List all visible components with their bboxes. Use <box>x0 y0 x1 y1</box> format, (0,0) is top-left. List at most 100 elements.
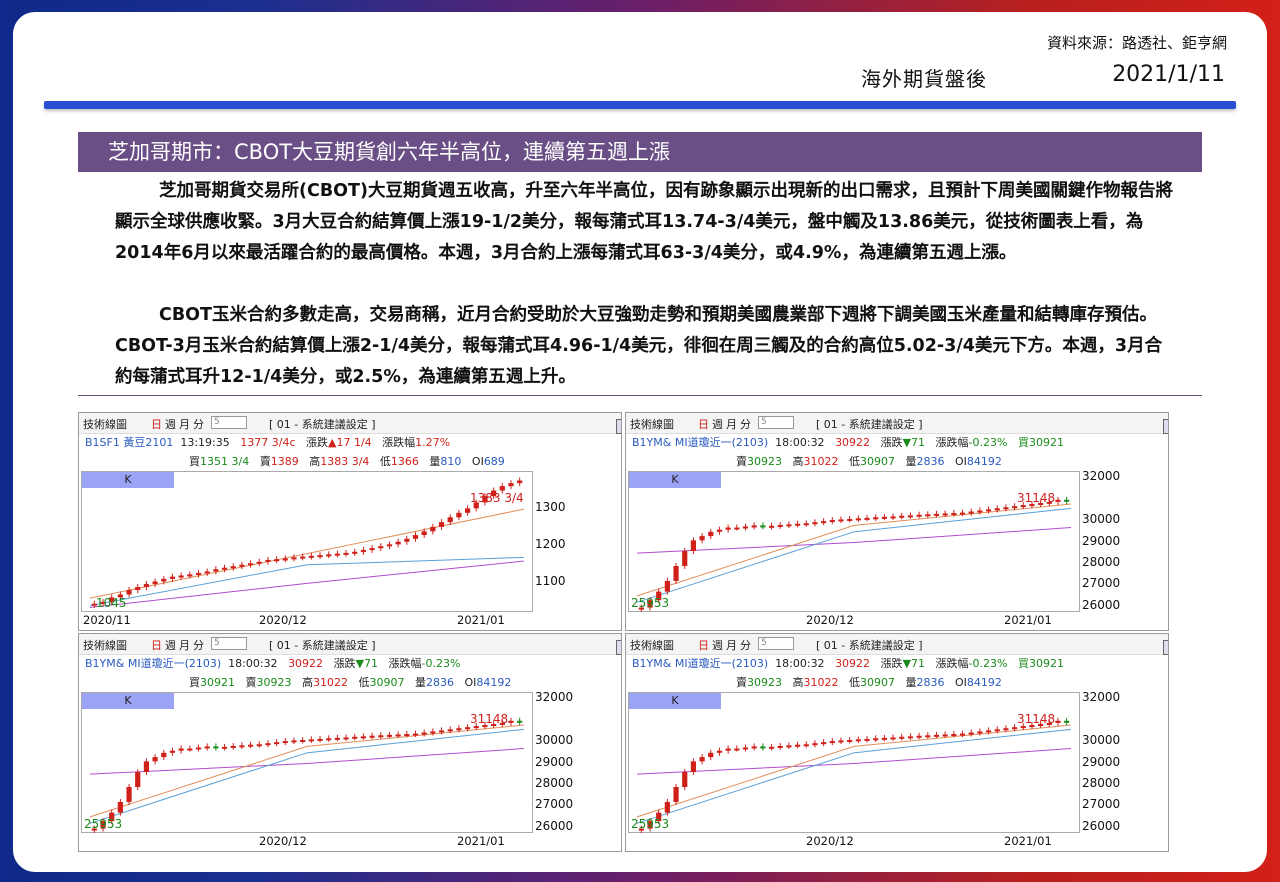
report-date: 2021/1/11 <box>1112 62 1225 87</box>
candle <box>673 566 679 581</box>
candlestick-plot: 31148 25953 K <box>628 692 1080 834</box>
candle <box>933 734 940 737</box>
period-week-button[interactable]: 週 <box>712 416 723 432</box>
candle <box>1055 499 1061 502</box>
paragraph-soybean: 芝加哥期貨交易所(CBOT)大豆期貨週五收高，升至六年半高位，因有跡象顯示出現新… <box>115 181 1173 263</box>
y-tick-label: 1300 <box>535 500 566 515</box>
y-tick-label: 27000 <box>1082 797 1121 812</box>
candle <box>169 750 176 753</box>
period-minute-button[interactable]: 分 <box>740 416 751 432</box>
y-axis: 32000 30000 29000 28000 27000 26000 <box>533 690 621 833</box>
candle <box>682 551 688 566</box>
report-frame: 資料來源：路透社、鉅亨網 海外期貨盤後 2021/1/11 芝加哥期市：CBOT… <box>13 12 1267 872</box>
y-tick-label: 26000 <box>1082 818 1121 833</box>
candle <box>716 529 723 532</box>
candle <box>282 741 288 744</box>
candle <box>760 525 766 528</box>
setting-label[interactable]: [ 01 - 系統建議設定 ] <box>269 637 376 653</box>
stat-label: OI <box>955 455 967 468</box>
article-title: 芝加哥期市：CBOT大豆期貨創六年半高位，連續第五週上漲 <box>78 132 1202 172</box>
candle <box>161 578 167 582</box>
period-day-button[interactable]: 日 <box>151 416 162 432</box>
stat-label: 賣 <box>736 455 747 468</box>
period-minute-button[interactable]: 分 <box>193 416 204 432</box>
chart-toolbar: 技術線圖 日 週 月 分 5 [ 01 - 系統建議設定 ] <box>79 413 621 434</box>
candle <box>864 738 870 741</box>
period-select[interactable]: 5 <box>211 637 247 650</box>
period-month-button[interactable]: 月 <box>179 637 190 653</box>
period-select[interactable]: 5 <box>758 637 794 650</box>
candle <box>135 587 141 590</box>
period-day-button[interactable]: 日 <box>698 416 709 432</box>
setting-label[interactable]: [ 01 - 系統建議設定 ] <box>269 416 376 432</box>
candle <box>664 580 670 592</box>
period-week-button[interactable]: 週 <box>165 416 176 432</box>
period-month-button[interactable]: 月 <box>179 416 190 432</box>
candle <box>117 801 123 813</box>
quote-time: 18:00:32 <box>775 436 825 449</box>
candle <box>664 801 670 813</box>
header-divider <box>44 101 1236 109</box>
period-minute-button[interactable]: 分 <box>193 637 204 653</box>
candle <box>178 748 184 751</box>
candle <box>985 509 992 512</box>
y-tick-label: 30000 <box>535 733 574 748</box>
stat-label: 買 <box>189 676 200 689</box>
stat-value: 2836 <box>426 676 454 689</box>
candle <box>821 521 827 524</box>
low-label: 25953 <box>84 817 122 831</box>
candle <box>221 746 228 749</box>
quote-line: B1YM& MI道瓊近一(2103) 18:00:32 30922 漲跌▼71 … <box>632 655 1064 671</box>
high-label: 31148 <box>1017 491 1055 505</box>
setting-label[interactable]: [ 01 - 系統建議設定 ] <box>816 416 923 432</box>
candle <box>265 559 271 562</box>
stat-value: 30923 <box>747 455 782 468</box>
period-month-button[interactable]: 月 <box>726 416 737 432</box>
period-month-button[interactable]: 月 <box>726 637 737 653</box>
candle <box>213 746 219 749</box>
chart-toolbar: 技術線圖 日 週 月 分 5 [ 01 - 系統建議設定 ] <box>626 634 1168 655</box>
candle <box>386 544 393 547</box>
x-tick-label: 2020/12 <box>259 834 307 848</box>
info-icon[interactable] <box>1163 419 1168 434</box>
period-select[interactable]: 5 <box>758 416 794 429</box>
setting-label[interactable]: [ 01 - 系統建議設定 ] <box>816 637 923 653</box>
period-day-button[interactable]: 日 <box>698 637 709 653</box>
period-day-button[interactable]: 日 <box>151 637 162 653</box>
info-icon[interactable] <box>1163 640 1168 655</box>
period-week-button[interactable]: 週 <box>165 637 176 653</box>
candle <box>734 748 740 751</box>
stat-value: 30907 <box>369 676 405 689</box>
candle <box>873 738 879 741</box>
stat-value: 84192 <box>966 455 1002 468</box>
x-tick-label: 2021/01 <box>457 834 505 848</box>
candle <box>161 752 167 758</box>
last-price: 30922 <box>835 657 871 670</box>
stat-label: 低 <box>379 455 391 468</box>
k-legend: K <box>82 472 174 488</box>
change-label: 漲跌 <box>333 657 356 670</box>
stat-label: 買 <box>189 455 200 468</box>
candle <box>326 554 332 557</box>
info-icon[interactable] <box>616 419 621 434</box>
candle <box>438 730 445 733</box>
candle <box>317 738 323 741</box>
candle <box>1020 726 1026 729</box>
info-icon[interactable] <box>616 640 621 655</box>
symbol-name: B1YM& MI道瓊近一(2103) <box>632 436 769 449</box>
y-tick-label: 28000 <box>1082 554 1121 569</box>
candle <box>291 557 297 560</box>
period-week-button[interactable]: 週 <box>712 637 723 653</box>
high-label: 31148 <box>1017 712 1055 726</box>
candle <box>308 739 314 742</box>
candle <box>786 745 792 748</box>
candle <box>395 541 401 545</box>
period-minute-button[interactable]: 分 <box>740 637 751 653</box>
candle <box>517 720 523 723</box>
candle <box>239 745 245 748</box>
candle <box>395 734 401 737</box>
candle <box>864 517 870 520</box>
quote-time: 18:00:32 <box>228 657 278 670</box>
stat-label: OI <box>471 455 484 468</box>
period-select[interactable]: 5 <box>211 416 247 429</box>
